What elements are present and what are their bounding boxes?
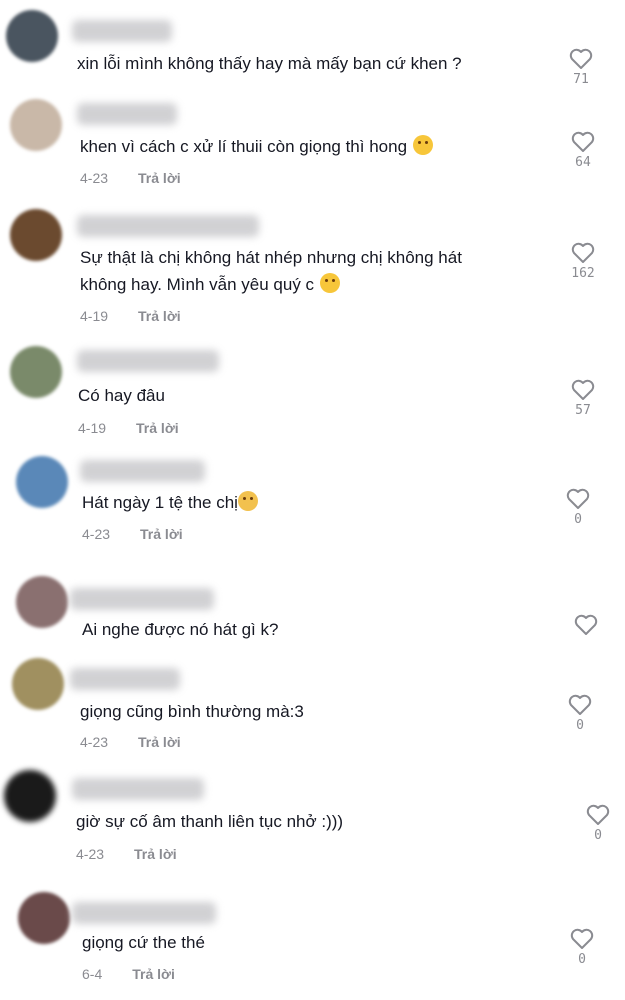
comment-text: Có hay đâu — [78, 386, 165, 405]
comment-text: khen vì cách c xử lí thuii còn giọng thì… — [80, 133, 434, 161]
comment-item: Sự thật là chị không hát nhép nhưng chị … — [0, 205, 625, 340]
comment-text: Sự thật là chị không hát nhép nhưng chị … — [80, 248, 462, 267]
avatar[interactable] — [6, 10, 58, 62]
reply-button[interactable]: Trả lời — [136, 420, 179, 436]
heart-icon — [571, 379, 595, 400]
reply-button[interactable]: Trả lời — [138, 734, 181, 750]
comment-date: 4-23 — [80, 734, 109, 750]
like-button[interactable]: 0 — [558, 488, 598, 527]
like-count: 0 — [578, 952, 586, 967]
sad-face-emoji — [237, 491, 258, 511]
heart-icon — [570, 928, 594, 949]
comment-item: Hát ngày 1 tệ the chị 4-23 Trả lời 0 — [0, 448, 625, 570]
like-count: 0 — [574, 512, 582, 527]
heart-icon — [568, 694, 592, 715]
avatar[interactable] — [16, 576, 68, 628]
comment-item: giọng cứ the thé 6-4 Trả lời 0 — [0, 880, 625, 1000]
reply-button[interactable]: Trả lời — [140, 526, 183, 542]
username[interactable] — [70, 588, 214, 610]
like-button[interactable]: 0 — [560, 694, 600, 733]
comment-item: giọng cũng bình thường mà:3 4-23 Trả lời … — [0, 652, 625, 762]
like-count: 162 — [571, 266, 595, 281]
username[interactable] — [72, 902, 216, 924]
heart-icon — [574, 614, 598, 635]
comment-date: 4-23 — [80, 170, 109, 186]
username[interactable] — [77, 350, 219, 372]
like-button[interactable]: 0 — [562, 928, 602, 967]
username[interactable] — [77, 103, 177, 125]
comment-meta: 4-19 Trả lời — [80, 308, 181, 324]
username[interactable] — [72, 20, 172, 42]
like-button[interactable]: 71 — [561, 48, 601, 87]
username[interactable] — [80, 460, 205, 482]
heart-icon — [586, 804, 610, 825]
avatar[interactable] — [10, 99, 62, 151]
comment-text: giờ sự cố âm thanh liên tục nhở :))) — [76, 812, 344, 831]
comment-item: Ai nghe được nó hát gì k? — [0, 570, 625, 652]
comment-text: xin lỗi mình không thấy hay mà mấy bạn c… — [77, 54, 462, 73]
username[interactable] — [70, 668, 180, 690]
comment-date: 4-19 — [80, 308, 109, 324]
reply-button[interactable]: Trả lời — [138, 308, 181, 324]
avatar[interactable] — [16, 456, 68, 508]
like-count: 71 — [573, 72, 589, 87]
like-button[interactable]: 0 — [578, 804, 618, 843]
comment-text: Hát ngày 1 tệ the chị — [82, 489, 258, 517]
heart-icon — [569, 48, 593, 69]
comment-item: Có hay đâu 4-19 Trả lời 57 — [0, 340, 625, 448]
comment-meta: 4-19 Trả lời — [78, 420, 179, 436]
avatar[interactable] — [4, 770, 56, 822]
comment-item: khen vì cách c xử lí thuii còn giọng thì… — [0, 95, 625, 205]
like-button[interactable]: 57 — [563, 379, 603, 418]
heart-icon — [571, 242, 595, 263]
comment-meta: 4-23 Trả lời — [80, 734, 181, 750]
comment-item: xin lỗi mình không thấy hay mà mấy bạn c… — [0, 0, 625, 95]
comment-meta: 4-23 Trả lời — [80, 170, 181, 186]
like-count: 57 — [575, 403, 591, 418]
like-count: 0 — [594, 828, 602, 843]
laughing-emoji — [413, 135, 434, 155]
like-button[interactable]: 64 — [563, 131, 603, 170]
comment-meta: 4-23 Trả lời — [82, 526, 183, 542]
comment-item: giờ sự cố âm thanh liên tục nhở :))) 4-2… — [0, 762, 625, 880]
smiling-hearts-emoji — [320, 273, 341, 293]
comment-meta: 4-23 Trả lời — [76, 846, 177, 862]
like-count: 0 — [576, 718, 584, 733]
comment-text: giọng cũng bình thường mà:3 — [80, 702, 304, 721]
comment-text-line2: không hay. Mình vẫn yêu quý c — [80, 271, 341, 299]
comment-text: Ai nghe được nó hát gì k? — [82, 620, 279, 639]
avatar[interactable] — [18, 892, 70, 944]
like-button[interactable] — [566, 614, 606, 636]
comment-date: 4-19 — [78, 420, 107, 436]
comment-date: 4-23 — [76, 846, 105, 862]
avatar[interactable] — [12, 658, 64, 710]
comment-date: 6-4 — [82, 966, 103, 982]
reply-button[interactable]: Trả lời — [132, 966, 175, 982]
comment-meta: 6-4 Trả lời — [82, 966, 175, 982]
comment-date: 4-23 — [82, 526, 111, 542]
like-button[interactable]: 162 — [563, 242, 603, 281]
username[interactable] — [77, 215, 259, 237]
username[interactable] — [72, 778, 204, 800]
heart-icon — [566, 488, 590, 509]
avatar[interactable] — [10, 346, 62, 398]
avatar[interactable] — [10, 209, 62, 261]
reply-button[interactable]: Trả lời — [134, 846, 177, 862]
heart-icon — [571, 131, 595, 152]
comment-text: giọng cứ the thé — [82, 933, 205, 952]
like-count: 64 — [575, 155, 591, 170]
reply-button[interactable]: Trả lời — [138, 170, 181, 186]
